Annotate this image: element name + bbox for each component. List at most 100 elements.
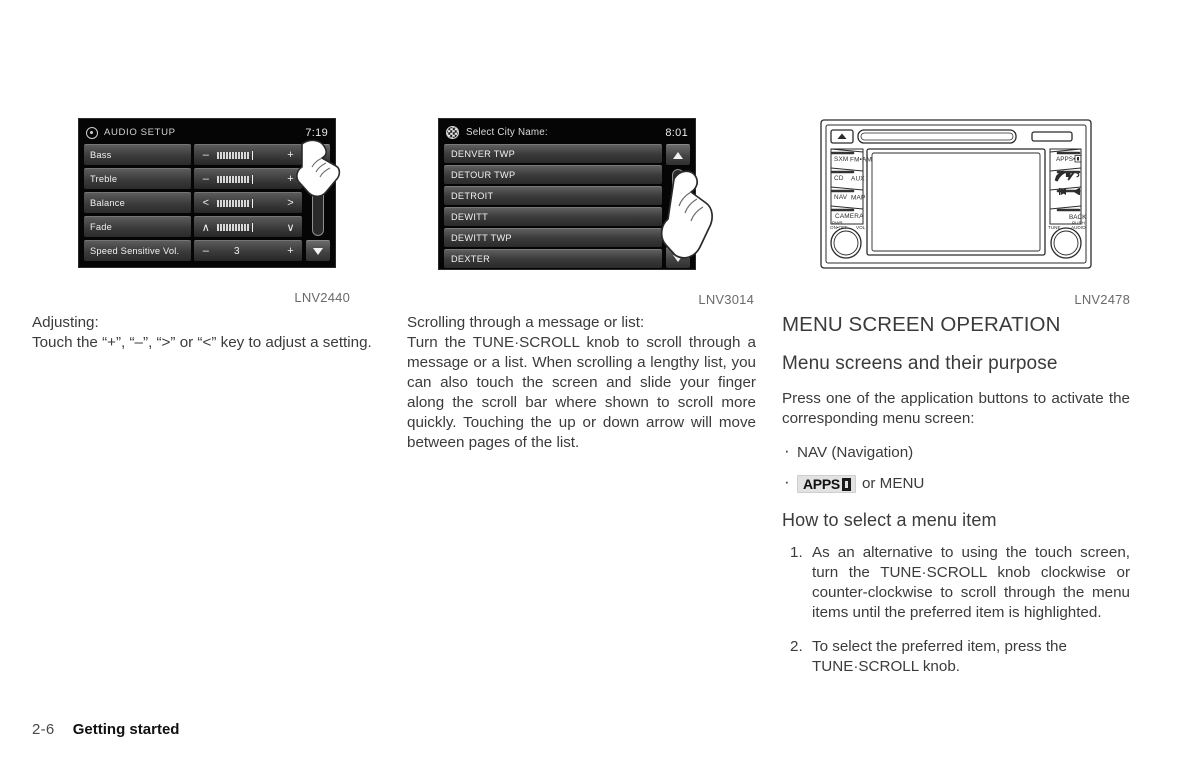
scrolling-paragraph: Turn the TUNE·SCROLL knob to scroll thro… [407, 334, 756, 451]
up-arrow-icon [673, 151, 683, 159]
step-item: 2. To select the preferred item, press t… [782, 637, 1130, 677]
step-item: 1. As an alternative to using the touch … [782, 543, 1130, 623]
audio-setup-body: Bass – + Treble – + Balance < > Fade ∧ ∨… [84, 144, 330, 261]
eject-icon [837, 133, 847, 139]
right-button[interactable]: > [285, 197, 296, 209]
list-item[interactable]: DEXTER [444, 249, 662, 268]
increment-button[interactable]: + [285, 173, 296, 185]
application-buttons-list: NAV (Navigation) APPS or MENU [782, 441, 1130, 494]
scroll-track[interactable] [312, 169, 324, 236]
decrement-button[interactable]: – [200, 245, 211, 257]
menu-screen-section: MENU SCREEN OPERATION Menu screens and t… [782, 313, 1130, 691]
increment-button[interactable]: + [285, 245, 296, 257]
list-item[interactable]: DEWITT [444, 207, 662, 226]
howto-steps: 1. As an alternative to using the touch … [782, 543, 1130, 677]
select-city-screen: Select City Name: 8:01 DENVER TWP DETOUR… [438, 118, 696, 270]
list-item[interactable]: DETOUR TWP [444, 165, 662, 184]
left-button[interactable]: < [200, 197, 211, 209]
select-city-body: DENVER TWP DETOUR TWP DETROIT DEWITT DEW… [444, 144, 690, 268]
scrolling-block: Scrolling through a message or list: Tur… [407, 313, 756, 453]
up-arrow-icon [313, 151, 323, 159]
figure-caption-lnv2478: LNV2478 [1074, 292, 1130, 307]
level-meter [216, 150, 280, 160]
audio-setup-title: AUDIO SETUP [104, 127, 176, 138]
down-button[interactable]: ∨ [285, 221, 296, 234]
svg-text:CD: CD [834, 175, 844, 182]
svg-text:MAP: MAP [851, 195, 865, 202]
section-subtitle: Menu screens and their purpose [782, 353, 1058, 374]
step-number: 2. [790, 638, 803, 655]
howto-title: How to select a menu item [782, 510, 997, 530]
down-arrow-icon [313, 247, 323, 255]
page-number: 2-6 [32, 721, 55, 738]
row-label: Bass [84, 144, 192, 165]
svg-text:VOL: VOL [856, 225, 866, 230]
level-meter [216, 198, 280, 208]
decrement-button[interactable]: – [200, 173, 211, 185]
scroll-up-button[interactable] [306, 144, 330, 165]
audio-setup-header: AUDIO SETUP 7:19 [84, 123, 330, 142]
scroll-down-button[interactable] [666, 247, 690, 268]
row-control[interactable]: – + [194, 168, 302, 189]
row-control[interactable]: – + [194, 144, 302, 165]
apps-square-glyph [841, 477, 851, 491]
audio-setup-row-balance[interactable]: Balance < > [84, 192, 302, 213]
figure-caption-lnv2440: LNV2440 [294, 290, 350, 305]
list-item-apps: APPS or MENU [782, 472, 1130, 494]
svg-text:FM•AM: FM•AM [850, 157, 872, 164]
row-control[interactable]: ∧ ∨ [194, 216, 302, 237]
audio-setup-row-treble[interactable]: Treble – + [84, 168, 302, 189]
audio-setup-row-fade[interactable]: Fade ∧ ∨ [84, 216, 302, 237]
apps-button-icon: APPS [797, 475, 856, 493]
svg-text:NAV: NAV [834, 194, 848, 201]
row-label: Speed Sensitive Vol. [84, 240, 192, 261]
adjusting-paragraph: Touch the “+”, “–”, “>” or “<” key to ad… [32, 334, 372, 351]
step-number: 1. [790, 544, 803, 561]
list-item[interactable]: DENVER TWP [444, 144, 662, 163]
city-list-scrollbar[interactable] [666, 144, 690, 268]
city-list: DENVER TWP DETOUR TWP DETROIT DEWITT DEW… [444, 144, 662, 268]
scroll-up-button[interactable] [666, 144, 690, 165]
audio-setup-clock: 7:19 [305, 126, 328, 139]
page-title: MENU SCREEN OPERATION [782, 313, 1061, 336]
up-button[interactable]: ∧ [200, 221, 211, 234]
figure-caption-lnv3014: LNV3014 [698, 292, 754, 307]
row-control[interactable]: < > [194, 192, 302, 213]
row-value: 3 [234, 245, 240, 257]
list-item[interactable]: DETROIT [444, 186, 662, 205]
level-meter [216, 174, 280, 184]
select-city-header: Select City Name: 8:01 [444, 123, 690, 142]
step-text: As an alternative to using the touch scr… [812, 544, 1130, 621]
decrement-button[interactable]: – [200, 149, 211, 161]
bullet-label: or MENU [861, 475, 925, 492]
level-meter [216, 222, 280, 232]
list-item-nav: NAV (Navigation) [782, 441, 1130, 463]
audio-setup-scrollbar[interactable] [306, 144, 330, 261]
svg-text:CAMERA: CAMERA [835, 213, 864, 220]
list-item[interactable]: DEWITT TWP [444, 228, 662, 247]
select-city-clock: 8:01 [665, 126, 688, 139]
head-unit-illustration: SXM FM•AM CD AUX NAV MAP CAMERA APPS• BACK [820, 119, 1092, 269]
svg-text:ON•OFF: ON•OFF [830, 225, 848, 230]
audio-setup-screen: AUDIO SETUP 7:19 Bass – + Treble – + Bal… [78, 118, 336, 268]
row-label: Balance [84, 192, 192, 213]
increment-button[interactable]: + [285, 149, 296, 161]
select-city-title: Select City Name: [466, 127, 548, 138]
svg-text:TUNE: TUNE [1048, 225, 1061, 230]
intro-paragraph: Press one of the application buttons to … [782, 390, 1130, 427]
svg-text:SXM: SXM [834, 156, 848, 163]
audio-setup-row-speed-sensitive-vol[interactable]: Speed Sensitive Vol. – 3 + [84, 240, 302, 261]
step-text: To select the preferred item, press the … [812, 638, 1067, 675]
audio-setup-row-bass[interactable]: Bass – + [84, 144, 302, 165]
row-control[interactable]: – 3 + [194, 240, 302, 261]
scroll-track[interactable] [672, 169, 684, 243]
gear-icon [86, 126, 98, 139]
audio-setup-rows: Bass – + Treble – + Balance < > Fade ∧ ∨… [84, 144, 302, 261]
manual-page: AUDIO SETUP 7:19 Bass – + Treble – + Bal… [0, 0, 1191, 766]
down-arrow-icon [673, 254, 683, 262]
row-label: Fade [84, 216, 192, 237]
destination-flag-icon [446, 126, 459, 139]
scroll-down-button[interactable] [306, 240, 330, 261]
row-label: Treble [84, 168, 192, 189]
bullet-label: NAV (Navigation) [797, 444, 914, 461]
